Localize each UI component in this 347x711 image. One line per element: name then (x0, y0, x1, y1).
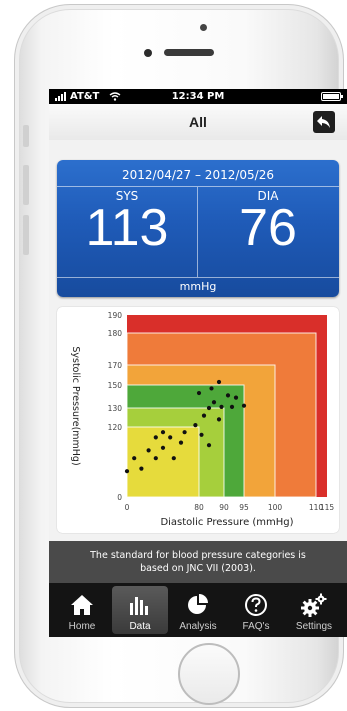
tab-settings[interactable]: Settings (286, 586, 342, 634)
reading-point (209, 386, 214, 391)
reading-point (139, 466, 144, 471)
tab-label: Data (129, 621, 151, 632)
info-text: The standard for blood pressure categori… (90, 550, 306, 574)
bp-readout-panel: 2012/04/27 – 2012/05/26 SYS DIA 113 76 m… (57, 160, 339, 297)
battery-icon (321, 92, 343, 101)
signal-icon (55, 92, 66, 101)
home-hardware-button[interactable] (178, 643, 240, 705)
reading-point (211, 400, 217, 405)
category-zone (126, 426, 200, 498)
reading-point (241, 403, 247, 408)
reading-point (182, 430, 187, 435)
reading-point (153, 435, 158, 440)
phone-frame: AT&T 12:34 PM All 2012/04/27 – 2012/05/2… (14, 4, 347, 708)
y-axis-label: Systolic Pressure(mmHg) (70, 346, 81, 465)
mute-switch (23, 125, 29, 147)
reading-point (206, 443, 212, 448)
nav-bar: All (49, 104, 347, 140)
wifi-icon (109, 92, 121, 101)
divider (57, 186, 339, 187)
tab-label: FAQ's (242, 621, 270, 632)
info-strip: The standard for blood pressure categori… (49, 541, 347, 583)
reading-point (233, 395, 239, 400)
gears-icon (301, 593, 327, 617)
sys-value: 113 (85, 199, 169, 257)
reading-point (199, 432, 204, 437)
tab-data[interactable]: Data (112, 586, 168, 634)
volume-up-button (23, 165, 29, 205)
reading-point (160, 430, 166, 435)
x-tick-label: 90 (219, 503, 229, 512)
tab-label: Analysis (179, 621, 217, 632)
x-tick-label: 0 (125, 503, 130, 512)
back-button[interactable] (313, 111, 335, 133)
reading-point (225, 393, 231, 398)
tab-faq[interactable]: FAQ's (228, 586, 284, 634)
dia-value: 76 (239, 199, 297, 257)
reading-point (196, 390, 202, 396)
tab-bar: Home Data Analysis FAQ's Settings (49, 583, 347, 637)
reading-point (216, 417, 222, 422)
y-tick-label: 120 (108, 423, 123, 432)
home-icon (71, 595, 93, 615)
reading-point (153, 456, 158, 461)
status-bar: AT&T 12:34 PM (49, 89, 347, 104)
reading-point (178, 440, 184, 445)
x-tick-label: 95 (239, 503, 249, 512)
x-tick-label: 115 (320, 503, 335, 512)
reading-point (171, 456, 176, 461)
tab-analysis[interactable]: Analysis (170, 586, 226, 634)
earpiece-speaker (164, 49, 214, 56)
back-arrow-icon (317, 116, 330, 128)
carrier-group: AT&T (55, 91, 121, 102)
y-tick-label: 0 (117, 493, 122, 502)
x-axis-label: Diastolic Pressure (mmHg) (160, 517, 293, 528)
unit-label: mmHg (179, 280, 217, 293)
y-tick-label: 180 (108, 329, 123, 338)
date-range[interactable]: 2012/04/27 – 2012/05/26 (57, 168, 339, 182)
y-tick-label: 190 (108, 311, 123, 320)
reading-point (219, 404, 224, 409)
question-icon (245, 594, 267, 616)
y-tick-label: 150 (108, 381, 123, 390)
divider (57, 277, 339, 278)
reading-point (160, 445, 166, 450)
bar-chart-icon (130, 597, 148, 615)
reading-point (193, 423, 198, 428)
screen: AT&T 12:34 PM All 2012/04/27 – 2012/05/2… (49, 89, 347, 637)
reading-point (146, 448, 151, 453)
bp-category-chart: 0 80 90 95 100 110 115 0 120 130 150 170 180 190 Diast… (57, 307, 339, 533)
x-tick-label: 80 (194, 503, 204, 512)
y-tick-label: 170 (108, 361, 123, 370)
front-camera (144, 49, 152, 57)
y-tick-label: 130 (108, 404, 123, 413)
x-tick-label: 100 (268, 503, 283, 512)
reading-point (216, 379, 222, 385)
reading-point (168, 435, 173, 440)
pie-chart-icon (188, 594, 208, 614)
tab-label: Home (68, 621, 96, 632)
bp-chart-svg: 0 80 90 95 100 1101150120130150170180190Diast… (70, 311, 335, 528)
reading-point (206, 405, 212, 411)
reading-point (132, 456, 137, 461)
carrier-name: AT&T (70, 91, 100, 102)
tab-home[interactable]: Home (54, 586, 110, 634)
reading-point (229, 404, 235, 409)
reading-point (124, 469, 130, 474)
page-title: All (189, 114, 207, 130)
volume-down-button (23, 215, 29, 255)
sensor-dot (200, 24, 207, 31)
tab-label: Settings (295, 621, 333, 632)
reading-point (201, 413, 207, 418)
